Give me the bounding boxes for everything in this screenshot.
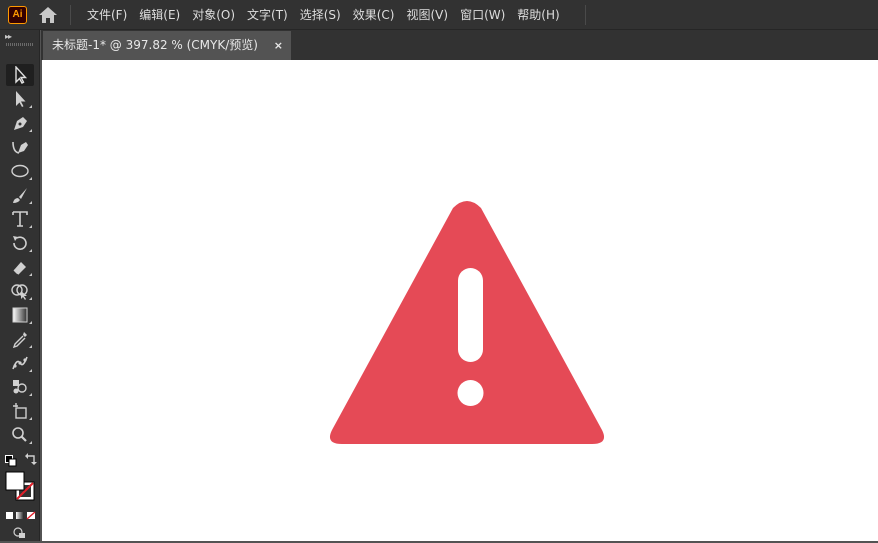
- symbol-sprayer-tool-icon[interactable]: [6, 376, 34, 398]
- shape-builder-tool-icon[interactable]: [6, 280, 34, 302]
- menu-type[interactable]: 文字(T): [241, 0, 294, 30]
- fill-stroke-swatch[interactable]: [5, 471, 37, 501]
- close-icon[interactable]: ×: [274, 31, 283, 60]
- panel-grip[interactable]: [6, 43, 34, 46]
- document-tab[interactable]: 未标题-1* @ 397.82 % (CMYK/预览) ×: [43, 31, 291, 60]
- artboard-tool-icon[interactable]: [6, 400, 34, 422]
- warning-triangle-icon[interactable]: [328, 201, 606, 447]
- drawing-mode-icon[interactable]: [13, 524, 27, 538]
- menu-help[interactable]: 帮助(H): [511, 0, 565, 30]
- menu-effect[interactable]: 效果(C): [347, 0, 401, 30]
- collapse-panel-icon[interactable]: ▸▸: [5, 33, 12, 41]
- menu-view[interactable]: 视图(V): [400, 0, 454, 30]
- menu-window[interactable]: 窗口(W): [454, 0, 511, 30]
- rotate-tool-icon[interactable]: [6, 232, 34, 254]
- type-tool-icon[interactable]: [6, 208, 34, 230]
- paintbrush-tool-icon[interactable]: [6, 184, 34, 206]
- direct-selection-tool-icon[interactable]: [6, 88, 34, 110]
- eraser-tool-icon[interactable]: [6, 256, 34, 278]
- eyedropper-tool-icon[interactable]: [6, 328, 34, 350]
- document-tab-title[interactable]: 未标题-1* @ 397.82 % (CMYK/预览): [52, 31, 258, 60]
- artboard-canvas[interactable]: [42, 60, 878, 541]
- curvature-tool-icon[interactable]: [6, 136, 34, 158]
- menu-select[interactable]: 选择(S): [294, 0, 347, 30]
- default-fill-stroke-icon[interactable]: [5, 452, 17, 467]
- swap-fill-stroke-icon[interactable]: [25, 451, 37, 465]
- gradient-tool-icon[interactable]: [6, 304, 34, 326]
- document-tab-bar: 未标题-1* @ 397.82 % (CMYK/预览) ×: [41, 30, 878, 60]
- menu-bar: Ai 文件(F) 编辑(E) 对象(O) 文字(T) 选择(S) 效果(C) 视…: [0, 0, 878, 30]
- color-mode-buttons[interactable]: [5, 506, 37, 520]
- menu-file[interactable]: 文件(F): [81, 0, 133, 30]
- tools-panel: ▸▸: [0, 30, 40, 541]
- puppet-warp-tool-icon[interactable]: [6, 352, 34, 374]
- home-icon[interactable]: [37, 5, 59, 25]
- menu-object[interactable]: 对象(O): [186, 0, 241, 30]
- pen-tool-icon[interactable]: [6, 112, 34, 134]
- menu-divider: [585, 5, 586, 25]
- menu-list: 文件(F) 编辑(E) 对象(O) 文字(T) 选择(S) 效果(C) 视图(V…: [81, 0, 566, 30]
- ellipse-tool-icon[interactable]: [6, 160, 34, 182]
- zoom-tool-icon[interactable]: [6, 424, 34, 446]
- menu-divider: [70, 5, 71, 25]
- menu-edit[interactable]: 编辑(E): [133, 0, 186, 30]
- selection-tool-icon[interactable]: [6, 64, 34, 86]
- app-logo: Ai: [8, 6, 27, 24]
